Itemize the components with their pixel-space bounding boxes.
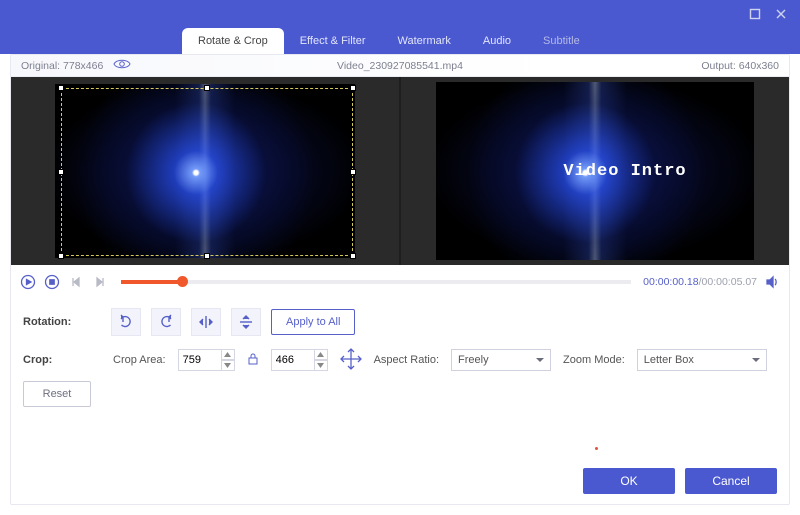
source-preview[interactable]: [11, 77, 399, 265]
tab-effect-filter[interactable]: Effect & Filter: [284, 28, 382, 54]
controls: Rotation: Apply to All Crop: Crop Area:: [11, 297, 789, 419]
center-crop-icon[interactable]: [340, 348, 362, 373]
crop-width-field[interactable]: [178, 349, 235, 371]
indicator-dot: [595, 447, 598, 450]
rotate-right-button[interactable]: [151, 308, 181, 336]
crop-height-down-icon[interactable]: [314, 360, 328, 371]
crop-width-down-icon[interactable]: [221, 360, 235, 371]
transport-bar: 00:00:00.18/00:00:05.07: [11, 265, 789, 297]
rotate-left-button[interactable]: [111, 308, 141, 336]
footer-buttons: OK Cancel: [583, 468, 777, 494]
close-icon[interactable]: [772, 5, 790, 23]
rotation-label: Rotation:: [23, 316, 101, 328]
preview-row: Video Intro: [11, 77, 789, 265]
prev-frame-icon[interactable]: [67, 273, 85, 291]
flip-vertical-button[interactable]: [231, 308, 261, 336]
preview-eye-icon[interactable]: [113, 58, 131, 73]
play-icon[interactable]: [19, 273, 37, 291]
stop-icon[interactable]: [43, 273, 61, 291]
rotation-row: Rotation: Apply to All: [23, 303, 777, 341]
volume-icon[interactable]: [763, 273, 781, 291]
source-thumb: [55, 84, 355, 258]
zoom-mode-select[interactable]: Letter Box: [637, 349, 767, 371]
tab-audio[interactable]: Audio: [467, 28, 527, 54]
crop-height-up-icon[interactable]: [314, 349, 328, 360]
aspect-ratio-label: Aspect Ratio:: [374, 354, 439, 366]
zoom-mode-label: Zoom Mode:: [563, 354, 625, 366]
time-display: 00:00:00.18/00:00:05.07: [643, 276, 757, 288]
tab-bar: Rotate & Crop Effect & Filter Watermark …: [0, 28, 800, 54]
app-window: Rotate & Crop Effect & Filter Watermark …: [0, 0, 800, 515]
video-overlay-text: Video Intro: [436, 82, 754, 260]
crop-row: Crop: Crop Area:: [23, 341, 777, 379]
ok-button[interactable]: OK: [583, 468, 675, 494]
crop-area-label: Crop Area:: [113, 354, 166, 366]
tab-rotate-crop[interactable]: Rotate & Crop: [182, 28, 284, 54]
tab-watermark[interactable]: Watermark: [382, 28, 467, 54]
output-thumb: Video Intro: [436, 82, 754, 260]
titlebar: [0, 0, 800, 28]
lock-aspect-icon[interactable]: [247, 352, 259, 369]
seek-fill: [121, 280, 182, 284]
next-frame-icon[interactable]: [91, 273, 109, 291]
aspect-ratio-select[interactable]: Freely: [451, 349, 551, 371]
maximize-icon[interactable]: [746, 5, 764, 23]
apply-to-all-button[interactable]: Apply to All: [271, 309, 355, 335]
crop-label: Crop:: [23, 354, 101, 366]
original-size-label: Original: 778x466: [21, 60, 103, 72]
crop-height-input[interactable]: [271, 349, 315, 371]
crop-width-up-icon[interactable]: [221, 349, 235, 360]
seek-bar[interactable]: [121, 280, 631, 284]
reset-button[interactable]: Reset: [23, 381, 91, 407]
content-panel: Original: 778x466 Video_230927085541.mp4…: [10, 54, 790, 505]
output-preview: Video Intro: [399, 77, 789, 265]
crop-height-field[interactable]: [271, 349, 328, 371]
info-bar: Original: 778x466 Video_230927085541.mp4…: [11, 55, 789, 77]
flip-horizontal-button[interactable]: [191, 308, 221, 336]
output-size-label: Output: 640x360: [701, 60, 789, 72]
seek-knob[interactable]: [177, 276, 188, 287]
tab-subtitle: Subtitle: [527, 28, 596, 54]
crop-width-input[interactable]: [178, 349, 222, 371]
cancel-button[interactable]: Cancel: [685, 468, 777, 494]
